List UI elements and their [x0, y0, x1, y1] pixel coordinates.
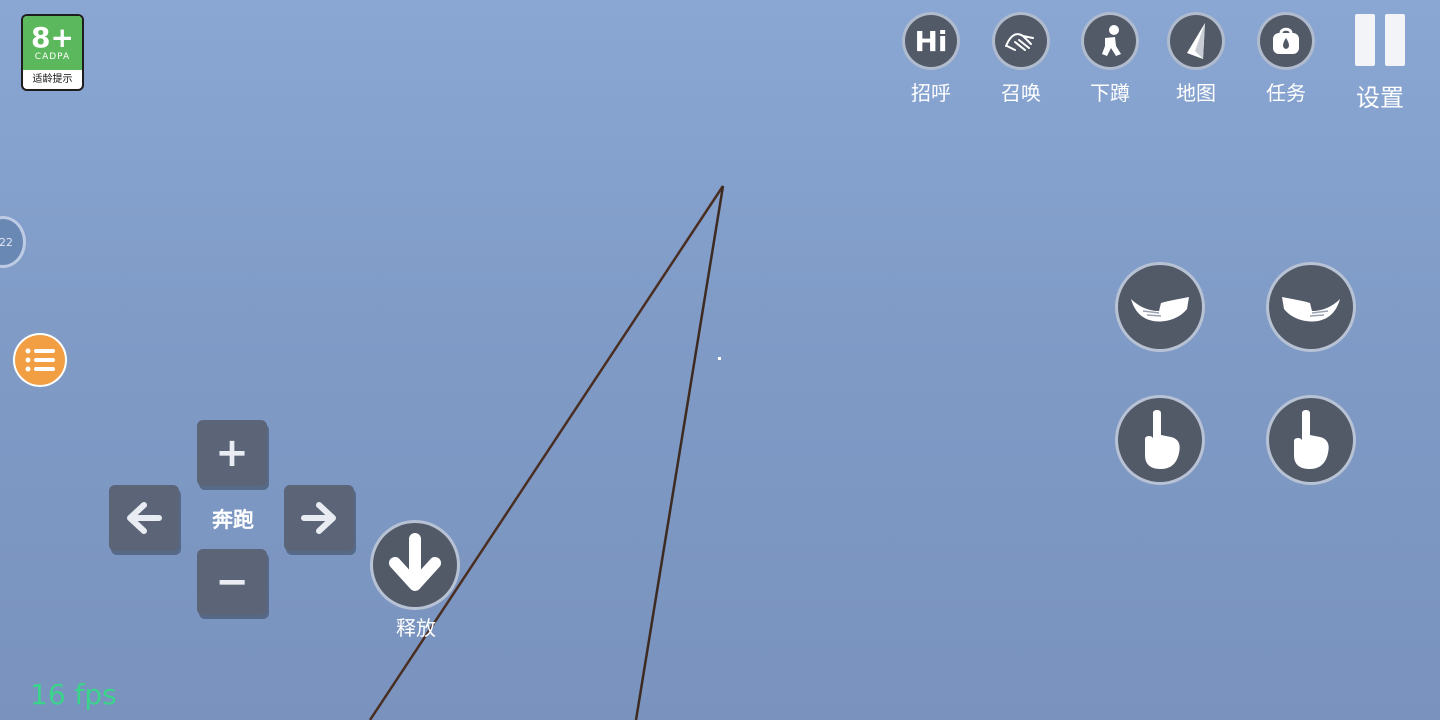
- beckon-hand-icon: [992, 12, 1050, 70]
- hi-icon: Hi: [902, 12, 960, 70]
- fps-counter: 16 fps: [30, 678, 117, 711]
- greet-button[interactable]: Hi 招呼: [891, 12, 971, 106]
- arrow-down-icon: [370, 520, 460, 610]
- crouch-label: 下蹲: [1090, 81, 1130, 105]
- right-point-hand-icon: [1294, 410, 1329, 469]
- crosshair-dot: [718, 357, 721, 360]
- task-button[interactable]: 任务: [1246, 12, 1326, 106]
- left-point-hand-icon: [1145, 410, 1180, 469]
- right-point-hand-button[interactable]: [1266, 395, 1356, 485]
- left-open-hands-icon: [1131, 297, 1189, 322]
- summon-label: 召唤: [1001, 81, 1041, 105]
- task-bag-icon: [1257, 12, 1315, 70]
- list-menu-button[interactable]: [13, 333, 67, 387]
- settings-button[interactable]: 设置: [1350, 14, 1410, 113]
- dpad-up-button[interactable]: +: [197, 420, 267, 486]
- arrow-left-icon: [127, 502, 162, 534]
- left-point-hand-button[interactable]: [1115, 395, 1205, 485]
- age-rating-badge: 8+ CADPA 适龄提示: [21, 14, 84, 91]
- dpad-right-button[interactable]: [284, 485, 354, 551]
- pause-icon: [1350, 14, 1410, 66]
- map-label: 地图: [1176, 81, 1216, 105]
- settings-label: 设置: [1356, 84, 1404, 112]
- greet-label: 招呼: [911, 81, 951, 105]
- summon-button[interactable]: 召唤: [981, 12, 1061, 106]
- run-label[interactable]: 奔跑: [196, 504, 270, 534]
- task-label: 任务: [1266, 81, 1306, 105]
- rating-org: CADPA: [34, 52, 71, 62]
- list-menu-icon: [25, 348, 55, 372]
- crouch-icon: [1081, 12, 1139, 70]
- right-open-hands-icon: [1282, 297, 1340, 322]
- age-note: 适龄提示: [32, 74, 73, 85]
- arrow-right-icon: [301, 502, 336, 534]
- release-button[interactable]: 释放: [370, 520, 462, 641]
- age-rating: 8+: [31, 21, 74, 54]
- map-arrow-icon: [1167, 12, 1225, 70]
- map-button[interactable]: 地图: [1156, 12, 1236, 106]
- dpad-down-button[interactable]: −: [197, 549, 267, 615]
- crouch-button[interactable]: 下蹲: [1070, 12, 1150, 106]
- right-open-hands-button[interactable]: [1266, 262, 1356, 352]
- dpad-left-button[interactable]: [109, 485, 179, 551]
- left-open-hands-button[interactable]: [1115, 262, 1205, 352]
- release-label: 释放: [396, 616, 436, 640]
